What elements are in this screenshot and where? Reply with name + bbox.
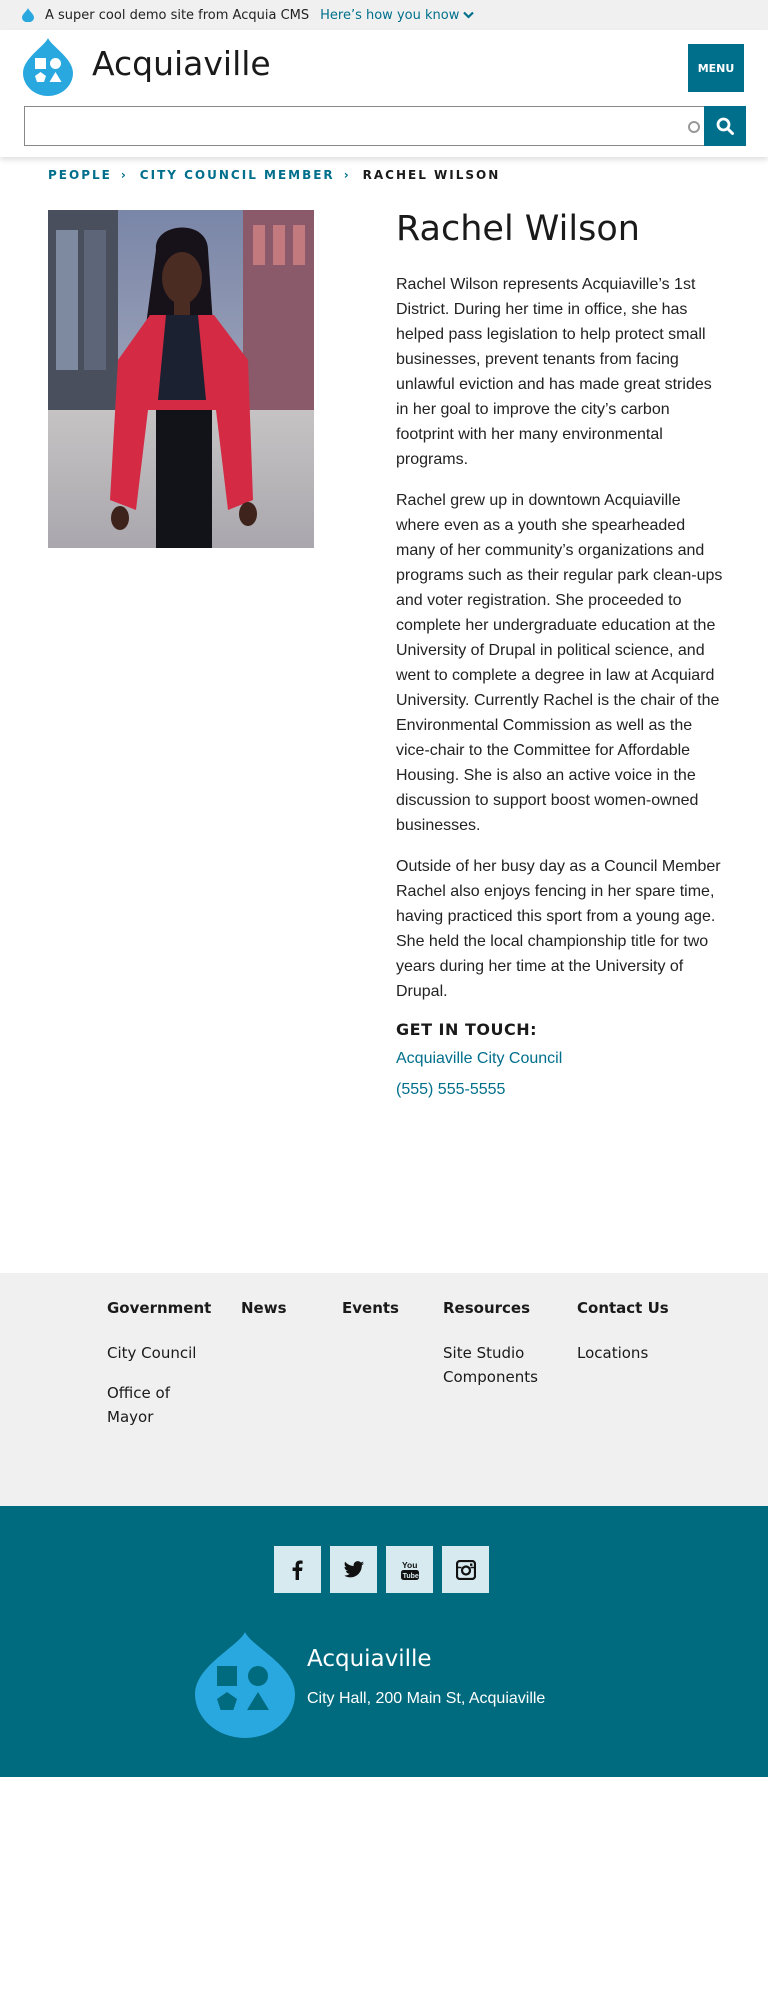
twitter-icon <box>343 1560 364 1577</box>
banner-text: A super cool demo site from Acquia CMS <box>45 7 310 23</box>
instagram-link[interactable] <box>442 1546 489 1593</box>
youtube-link[interactable]: You Tube <box>386 1546 433 1593</box>
footer-heading-government[interactable]: Government <box>107 1299 217 1317</box>
youtube-icon: You Tube <box>400 1560 419 1580</box>
chevron-right-icon: › <box>120 168 126 182</box>
chevron-down-icon <box>463 11 475 19</box>
heres-how-you-know-label: Here’s how you know <box>320 7 460 23</box>
search-button[interactable] <box>704 106 746 146</box>
loading-ring-icon <box>688 121 700 133</box>
get-in-touch-heading: GET IN TOUCH: <box>396 1020 537 1039</box>
footer-navigation: Government City Council Office of Mayor … <box>0 1273 768 1506</box>
footer-column-government: Government City Council Office of Mayor <box>107 1299 217 1445</box>
footer-column-news: News <box>241 1299 287 1341</box>
organization-link[interactable]: Acquiaville City Council <box>396 1049 726 1069</box>
drupal-drop-icon <box>22 8 34 22</box>
chevron-right-icon: › <box>343 168 349 182</box>
site-header: Acquiaville MENU <box>0 30 768 157</box>
svg-text:You: You <box>402 1560 417 1570</box>
search-bar <box>24 106 746 146</box>
menu-button[interactable]: MENU <box>688 44 744 92</box>
bio-paragraph: Rachel grew up in downtown Acquiaville w… <box>396 492 723 834</box>
footer-link-site-studio-components[interactable]: Site Studio Components <box>443 1341 568 1389</box>
bio-paragraph: Rachel Wilson represents Acquiaville’s 1… <box>396 276 712 468</box>
page-title: Rachel Wilson <box>396 209 640 249</box>
person-bio: Rachel Wilson represents Acquiaville’s 1… <box>396 272 726 1004</box>
site-name[interactable]: Acquiaville <box>92 45 271 82</box>
footer-heading-resources[interactable]: Resources <box>443 1299 568 1317</box>
bio-paragraph: Outside of her busy day as a Council Mem… <box>396 858 721 1000</box>
search-icon <box>716 117 734 135</box>
heres-how-you-know-link[interactable]: Here’s how you know <box>320 7 475 23</box>
site-logo-icon[interactable] <box>23 38 73 96</box>
footer-column-resources: Resources Site Studio Components <box>443 1299 568 1405</box>
footer-heading-events[interactable]: Events <box>342 1299 399 1317</box>
footer-column-events: Events <box>342 1299 399 1341</box>
breadcrumb-current: RACHEL WILSON <box>362 168 501 182</box>
social-links: You Tube <box>274 1546 489 1593</box>
footer-heading-contact-us[interactable]: Contact Us <box>577 1299 669 1317</box>
footer-column-contact-us: Contact Us Locations <box>577 1299 669 1381</box>
person-content: Rachel Wilson Rachel Wilson represents A… <box>396 208 726 1111</box>
svg-text:Tube: Tube <box>402 1573 418 1580</box>
footer-link-locations[interactable]: Locations <box>577 1341 669 1365</box>
footer-address: City Hall, 200 Main St, Acquiaville <box>307 1690 546 1707</box>
site-footer: You Tube Acquiaville City Hall, 200 Main… <box>0 1506 768 1777</box>
footer-site-name: Acquiaville <box>307 1646 432 1672</box>
facebook-link[interactable] <box>274 1546 321 1593</box>
breadcrumb: PEOPLE › CITY COUNCIL MEMBER › RACHEL WI… <box>48 168 500 182</box>
phone-link[interactable]: (555) 555-5555 <box>396 1080 726 1100</box>
person-photo <box>48 210 314 548</box>
footer-link-city-council[interactable]: City Council <box>107 1341 217 1365</box>
search-input[interactable] <box>24 106 704 146</box>
twitter-link[interactable] <box>330 1546 377 1593</box>
footer-heading-news[interactable]: News <box>241 1299 287 1317</box>
footer-link-office-of-mayor[interactable]: Office of Mayor <box>107 1381 207 1429</box>
demo-site-banner: A super cool demo site from Acquia CMS H… <box>0 0 768 30</box>
breadcrumb-people[interactable]: PEOPLE <box>48 168 112 182</box>
footer-logo-icon[interactable] <box>195 1632 295 1738</box>
facebook-icon <box>292 1560 303 1580</box>
breadcrumb-city-council-member[interactable]: CITY COUNCIL MEMBER <box>140 168 335 182</box>
instagram-icon <box>455 1559 476 1580</box>
